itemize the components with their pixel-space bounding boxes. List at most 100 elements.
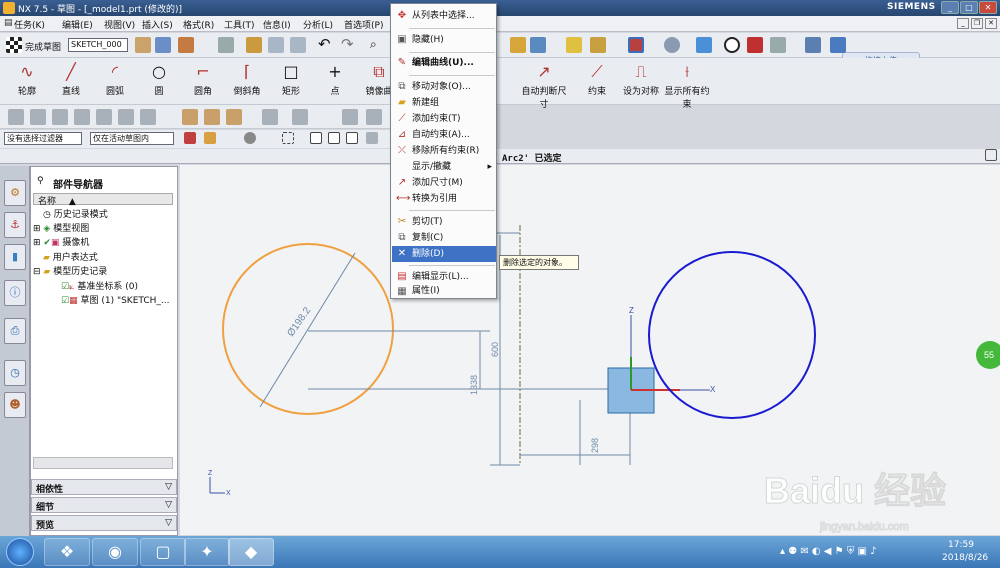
section-dependencies[interactable]: 相依性 ▽	[31, 479, 177, 495]
trim-body-icon[interactable]	[262, 109, 278, 125]
finish-sketch-button[interactable]: 完成草图	[25, 40, 61, 53]
taskbar-app-4[interactable]: ✦	[184, 538, 230, 566]
menu-select-from-list[interactable]: ✥ 从列表中选择...	[392, 8, 496, 24]
history-tab-icon[interactable]: ⎙	[4, 318, 26, 344]
render-style-icon[interactable]	[664, 37, 680, 53]
menu-cut[interactable]: ✂ 剪切(T)	[392, 214, 496, 230]
maximize-button[interactable]: □	[960, 1, 978, 14]
section-view-icon[interactable]	[724, 37, 740, 53]
orient-view-icon[interactable]	[155, 37, 171, 53]
menu-edit-display[interactable]: ▤ 编辑显示(L)...	[392, 269, 496, 285]
tree-item-datum-csys[interactable]: ☑⟀ 基准坐标系 (0)	[61, 279, 138, 292]
tree-item-model-views[interactable]: ⊞ ◈ 模型视图	[33, 221, 89, 234]
collapse-icon[interactable]: ⊟	[33, 267, 41, 277]
assembly-navigator-tab-icon[interactable]: ⚓	[4, 212, 26, 238]
select-icon[interactable]	[830, 37, 846, 53]
measure-icon[interactable]	[566, 37, 582, 53]
offset-face-icon[interactable]	[342, 109, 358, 125]
doc-restore-button[interactable]: ❐	[971, 18, 983, 29]
reuse-library-tab-icon[interactable]: ▮	[4, 244, 26, 270]
angle-icon[interactable]	[590, 37, 606, 53]
wcs-icon[interactable]	[805, 37, 821, 53]
paste-icon[interactable]	[290, 37, 306, 53]
web-browser-tab-icon[interactable]: ⓘ	[4, 280, 26, 306]
part-navigator-tab-icon[interactable]: ⚙	[4, 180, 26, 206]
constraint-button[interactable]: ⟋ 约束	[574, 62, 620, 97]
fullscreen-icon[interactable]	[985, 149, 997, 161]
checkbox-icon[interactable]: ☑	[61, 282, 69, 292]
select-all-icon[interactable]	[204, 132, 216, 144]
menu-show-hide[interactable]: 显示/撤藏 ▸	[392, 159, 496, 175]
select-box-icon[interactable]	[282, 132, 294, 144]
right-circle[interactable]	[648, 251, 816, 419]
taskbar-nx[interactable]: ◆	[228, 538, 274, 566]
column-header[interactable]: 名称 ▲	[33, 193, 173, 207]
chamfer-feature-icon[interactable]	[204, 109, 220, 125]
menu-edit-curve[interactable]: ✎ 编辑曲线(U)...	[392, 55, 496, 71]
filter-reset-icon[interactable]	[184, 132, 196, 144]
menu-analysis[interactable]: 分析(L)	[303, 18, 333, 31]
rectangle-button[interactable]: □ 矩形	[268, 62, 314, 97]
redo-icon[interactable]: ↷	[341, 35, 354, 53]
shell-icon[interactable]	[226, 109, 242, 125]
roles-tab-icon[interactable]: ☻	[4, 392, 26, 418]
arc-button[interactable]: ◜ 圆弧	[92, 62, 138, 97]
snap-angle-icon[interactable]	[346, 132, 358, 144]
save-icon[interactable]	[218, 37, 234, 53]
shaded-cube-icon[interactable]	[696, 37, 712, 53]
fillet-button[interactable]: ⌐ 圆角	[180, 62, 226, 97]
tray-icons[interactable]: ▴ ⚉ ✉ ◐ ◀ ⚑ ⛨ ▣ ♪	[780, 546, 877, 557]
line-button[interactable]: ╱ 直线	[48, 62, 94, 97]
menu-add-dimension[interactable]: ↗ 添加尺寸(M)	[392, 175, 496, 191]
doc-minimize-button[interactable]: _	[957, 18, 969, 29]
draft-icon[interactable]	[366, 109, 382, 125]
boss-icon[interactable]	[74, 109, 90, 125]
menu-preferences[interactable]: 首选项(P)	[344, 18, 383, 31]
menu-add-constraint[interactable]: ⟋ 添加约束(T)	[392, 111, 496, 127]
minimize-button[interactable]: _	[941, 1, 959, 14]
auto-dimension-button[interactable]: ↗ 自动判断尺寸	[518, 62, 570, 110]
hide-icon[interactable]	[747, 37, 763, 53]
selection-filter-select[interactable]: 没有选择过滤器	[4, 132, 82, 145]
expand-icon[interactable]: ⊞	[33, 238, 41, 248]
cut-icon[interactable]	[246, 37, 262, 53]
menu-insert[interactable]: 插入(S)	[142, 18, 173, 31]
symmetric-button[interactable]: ⎍ 设为对称	[618, 62, 664, 97]
menu-move-object[interactable]: ⧉ 移动对象(O)...	[392, 79, 496, 95]
revolve-icon[interactable]	[30, 109, 46, 125]
sketch-name-select[interactable]: SKETCH_000	[68, 38, 128, 52]
section-details[interactable]: 细节 ▽	[31, 497, 177, 513]
blend-icon[interactable]	[182, 109, 198, 125]
doc-close-button[interactable]: ✕	[985, 18, 997, 29]
circle-button[interactable]: ○ 圆	[136, 62, 182, 97]
menu-view[interactable]: 视图(V)	[104, 18, 135, 31]
close-button[interactable]: ✕	[979, 1, 997, 14]
sketch-reattach-icon[interactable]	[135, 37, 151, 53]
snap-point-icon[interactable]	[310, 132, 322, 144]
text-icon[interactable]	[292, 109, 308, 125]
snap-tangent-icon[interactable]	[366, 132, 378, 144]
snap-line-icon[interactable]	[328, 132, 340, 144]
fit-view-icon[interactable]	[628, 37, 644, 53]
menu-tools[interactable]: 工具(T)	[224, 18, 255, 31]
menu-edit[interactable]: 编辑(E)	[62, 18, 93, 31]
taskbar-app-2[interactable]: ◉	[92, 538, 138, 566]
pocket-icon[interactable]	[96, 109, 112, 125]
menu-hide[interactable]: ▣ 隐藏(H)	[392, 32, 496, 48]
menu-remove-constraints[interactable]: ⤫ 移除所有约束(R)	[392, 143, 496, 159]
expand-icon[interactable]: ⊞	[33, 224, 41, 234]
clock-tab-icon[interactable]: ◷	[4, 360, 26, 386]
tree-item-user-expressions[interactable]: ▰ 用户表达式	[43, 250, 98, 263]
profile-button[interactable]: ∿ 轮廓	[4, 62, 50, 97]
command-finder-icon[interactable]: ⌕	[370, 37, 377, 52]
menu-info[interactable]: 信息(I)	[263, 18, 291, 31]
start-button[interactable]	[6, 538, 34, 566]
snap-icon[interactable]	[510, 37, 526, 53]
menu-new-group[interactable]: ▰ 新建组	[392, 95, 496, 111]
extrude-icon[interactable]	[8, 109, 24, 125]
hole-icon[interactable]	[52, 109, 68, 125]
section-preview[interactable]: 预览 ▽	[31, 515, 177, 531]
menu-format[interactable]: 格式(R)	[183, 18, 214, 31]
pin-icon[interactable]: ⚲	[37, 176, 44, 186]
update-model-icon[interactable]	[178, 37, 194, 53]
